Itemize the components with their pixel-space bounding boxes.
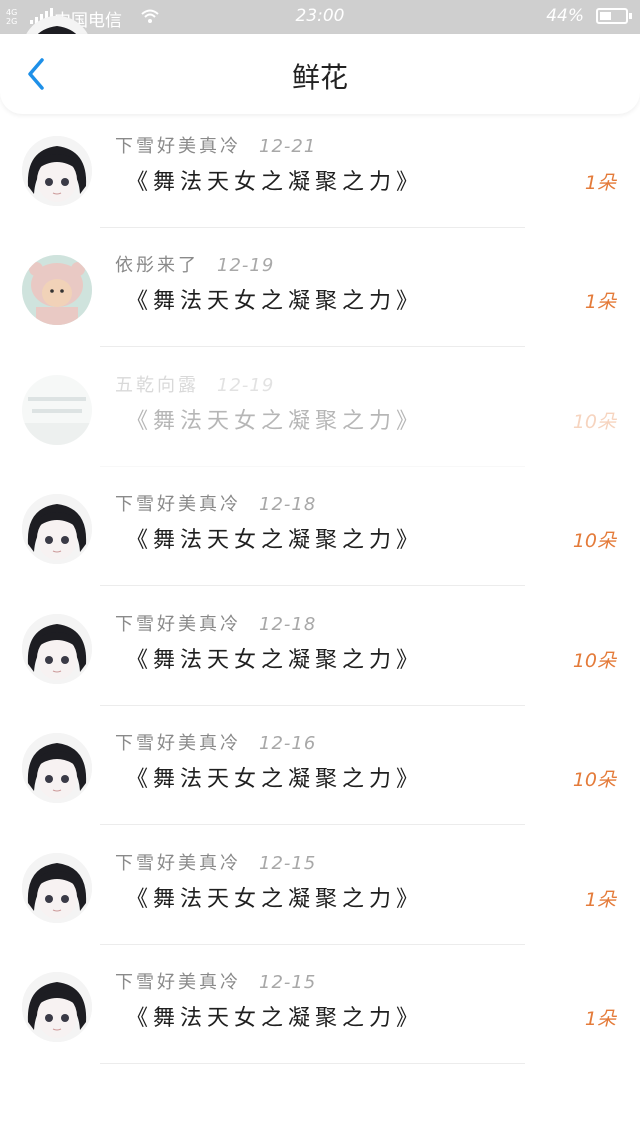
avatar[interactable] (22, 733, 92, 803)
sender-name[interactable]: 下雪好美真冷 (115, 733, 241, 754)
gift-target: 《舞法天女之凝聚之力》 (126, 408, 424, 434)
flower-count: 1朵 (584, 1008, 616, 1030)
gift-date: 12-19 (217, 374, 275, 396)
gift-date: 12-18 (259, 613, 317, 635)
sender-meta: 下雪好美真冷 12-16 (115, 729, 316, 755)
avatar[interactable] (22, 972, 92, 1042)
avatar[interactable] (22, 852, 92, 923)
gift-date: 12-18 (259, 494, 317, 515)
gift-target: 《舞法天女之凝聚之力》 (126, 647, 424, 673)
avatar[interactable] (22, 255, 92, 325)
gift-date: 12-15 (259, 852, 317, 874)
flower-record-list: 《舞法天女之凝聚之力》1朵下雪好美真冷12-21《舞法天女之凝聚之力》1朵依彤来… (0, 0, 640, 1138)
avatar[interactable] (22, 135, 92, 206)
gift-date: 12-15 (259, 972, 317, 993)
sender-name[interactable]: 下雪好美真冷 (115, 853, 241, 874)
sender-name[interactable]: 下雪好美真冷 (115, 972, 241, 993)
sender-name[interactable]: 五乾向露 (115, 375, 199, 396)
gift-target: 《舞法天女之凝聚之力》 (126, 169, 424, 195)
page-title: 鲜花 (291, 61, 348, 94)
list-item[interactable]: 五乾向露 12-19 《舞法天女之凝聚之力》 10朵 (0, 347, 640, 467)
avatar[interactable] (22, 374, 92, 445)
list-item[interactable]: 下雪好美真冷 12-15 《舞法天女之凝聚之力》 1朵 (0, 944, 640, 1064)
gift-date: 12-21 (259, 135, 317, 157)
gift-target: 《舞法天女之凝聚之力》 (126, 289, 424, 314)
gift-target: 《舞法天女之凝聚之力》 (126, 528, 424, 553)
gift-date: 12-16 (259, 733, 317, 754)
gift-date: 12-19 (217, 255, 275, 276)
flower-count: 10朵 (572, 410, 616, 433)
flower-count: 10朵 (572, 649, 616, 672)
sender-meta: 下雪好美真冷 12-21 (115, 132, 316, 158)
list-item[interactable]: 下雪好美真冷 12-18 《舞法天女之凝聚之力》 10朵 (0, 466, 640, 586)
gift-target: 《舞法天女之凝聚之力》 (126, 1006, 424, 1031)
sender-meta: 五乾向露 12-19 (115, 371, 274, 397)
sender-meta (115, 12, 133, 33)
sender-meta: 依彤来了 12-19 (115, 251, 274, 277)
flower-count: 1朵 (584, 171, 616, 194)
list-item[interactable]: 下雪好美真冷 12-21 《舞法天女之凝聚之力》 1朵 (0, 108, 640, 228)
sender-meta: 下雪好美真冷 12-15 (115, 849, 316, 875)
sender-name[interactable]: 下雪好美真冷 (115, 614, 241, 635)
flower-count: 10朵 (572, 530, 616, 552)
list-item[interactable]: 依彤来了 12-19 《舞法天女之凝聚之力》 1朵 (0, 227, 640, 347)
avatar[interactable] (22, 613, 92, 684)
sender-name[interactable]: 下雪好美真冷 (115, 136, 241, 157)
nav-bar: 鲜花 (0, 34, 640, 114)
flower-count: 1朵 (584, 888, 616, 911)
list-item[interactable]: 下雪好美真冷 12-18 《舞法天女之凝聚之力》 10朵 (0, 586, 640, 706)
sender-meta: 下雪好美真冷 12-18 (115, 610, 316, 636)
gift-target: 《舞法天女之凝聚之力》 (126, 767, 424, 792)
sender-name[interactable]: 依彤来了 (115, 255, 199, 276)
divider (100, 1063, 525, 1064)
sender-meta: 下雪好美真冷 12-15 (115, 968, 316, 994)
sender-meta: 下雪好美真冷 12-18 (115, 490, 316, 516)
avatar[interactable] (22, 494, 92, 564)
list-item[interactable]: 下雪好美真冷 12-15 《舞法天女之凝聚之力》 1朵 (0, 825, 640, 945)
list-item[interactable]: 下雪好美真冷 12-16 《舞法天女之凝聚之力》 10朵 (0, 705, 640, 825)
gift-target: 《舞法天女之凝聚之力》 (126, 886, 424, 912)
flower-count: 1朵 (584, 291, 616, 313)
flower-count: 10朵 (572, 769, 616, 791)
sender-name[interactable]: 下雪好美真冷 (115, 494, 241, 515)
